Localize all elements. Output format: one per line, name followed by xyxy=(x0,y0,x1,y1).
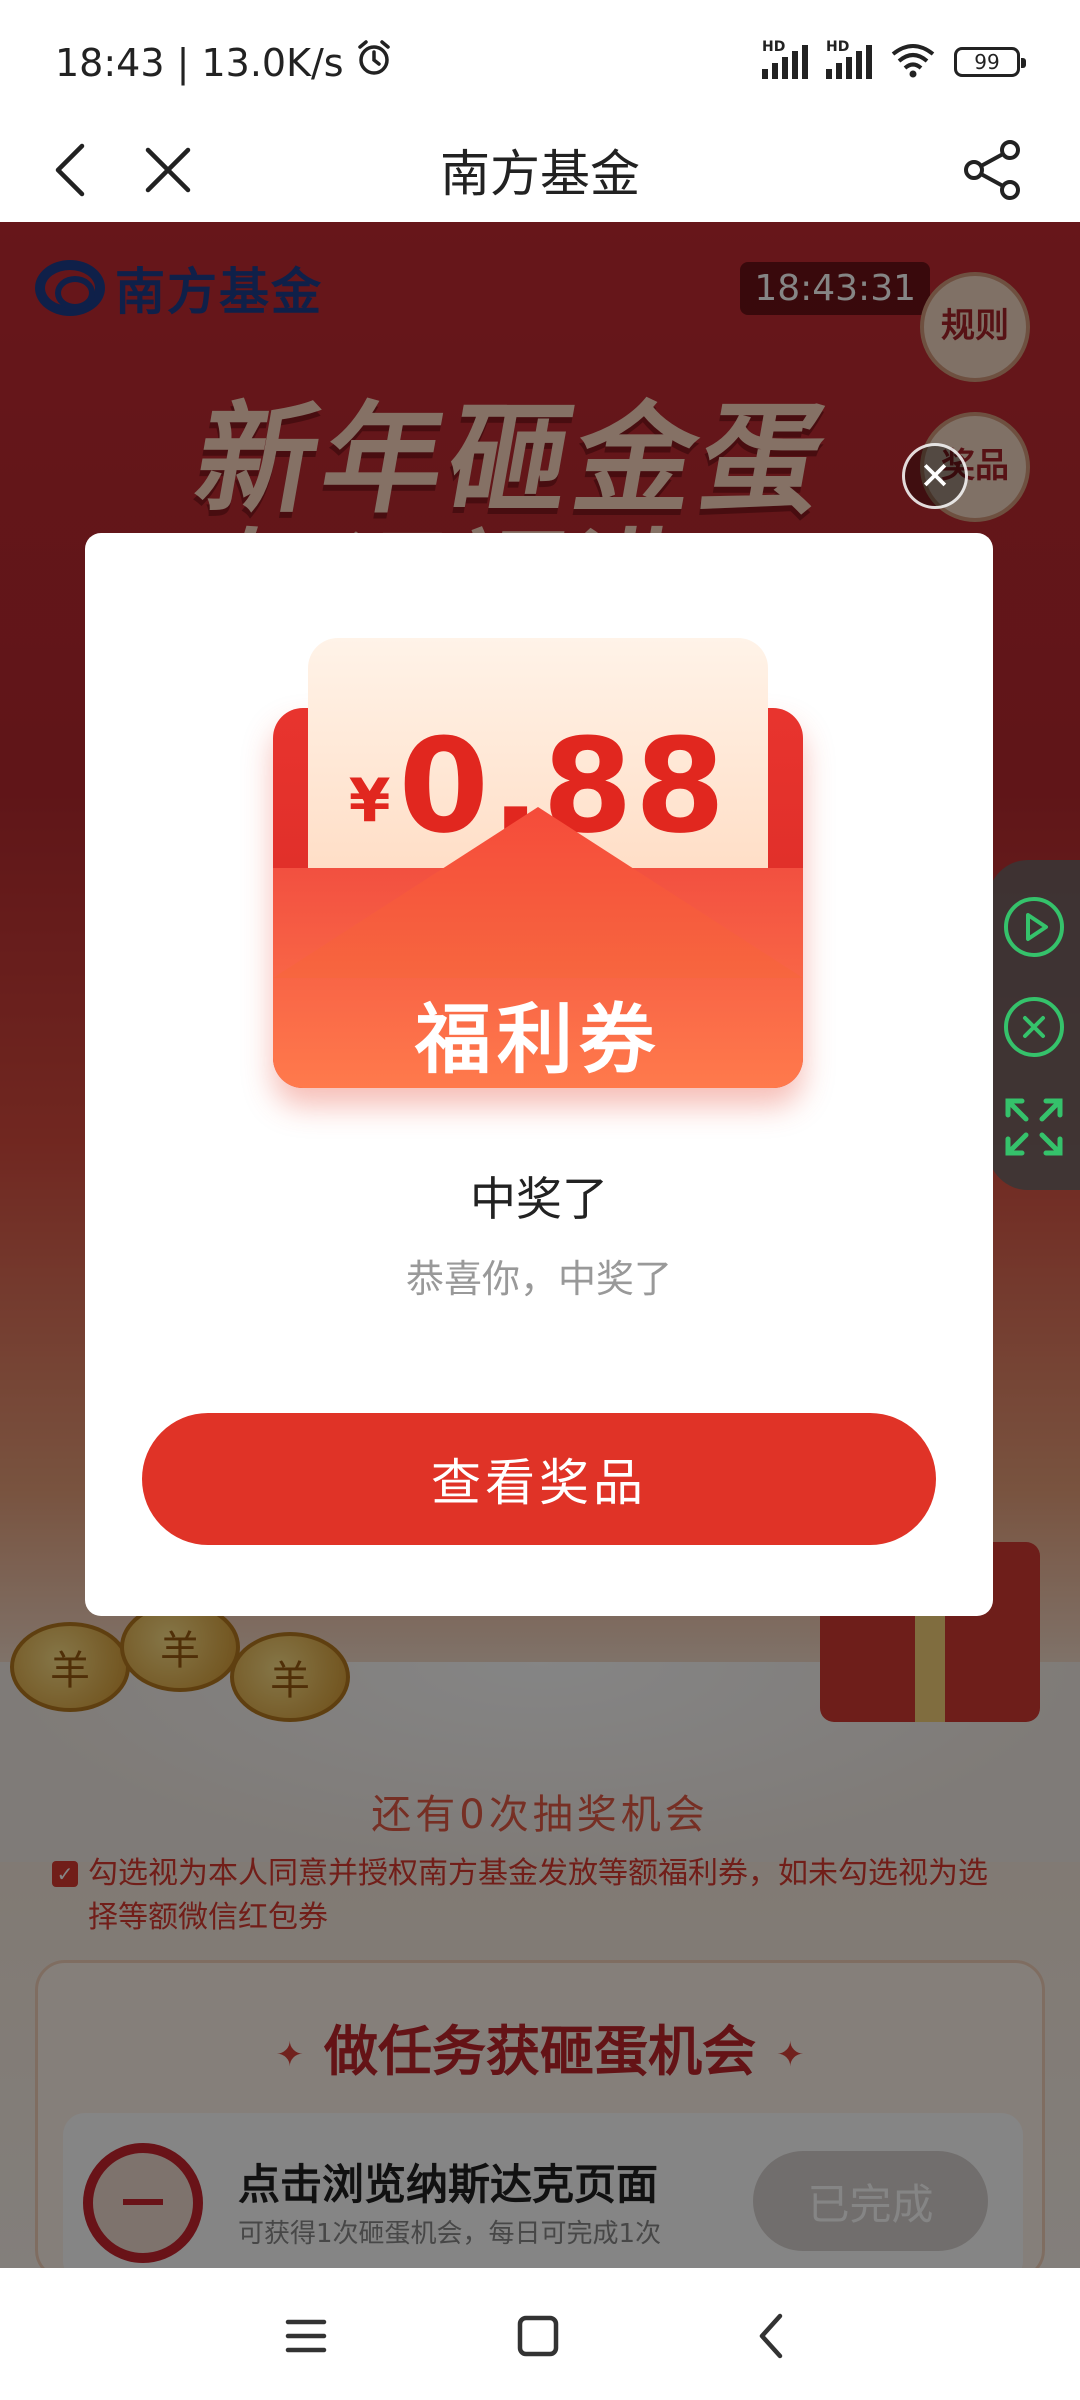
menu-button[interactable] xyxy=(274,2304,338,2368)
modal-subtitle: 恭喜你，中奖了 xyxy=(405,1257,672,1301)
status-time-speed: 18:43 | 13.0K/s xyxy=(55,40,344,85)
red-envelope-illustration: ¥0.88 福利券 xyxy=(273,638,803,1088)
floating-widget xyxy=(988,860,1080,1190)
system-back-button[interactable] xyxy=(740,2304,804,2368)
share-button[interactable] xyxy=(952,130,1032,210)
close-icon: ✕ xyxy=(919,454,951,498)
modal-title: 中奖了 xyxy=(470,1172,608,1226)
wifi-icon xyxy=(890,42,936,82)
signal-1-icon: HD xyxy=(762,39,808,79)
currency-symbol: ¥ xyxy=(348,766,391,836)
play-button[interactable] xyxy=(1002,895,1066,959)
view-prize-button[interactable]: 查看奖品 xyxy=(142,1413,936,1545)
expand-button[interactable] xyxy=(1002,1095,1066,1159)
home-button[interactable] xyxy=(506,2304,570,2368)
close-circle-button[interactable] xyxy=(1002,995,1066,1059)
battery-icon: 99 xyxy=(954,47,1026,77)
nav-bar: 南方基金 xyxy=(0,110,1080,222)
prize-modal: ¥0.88 福利券 中奖了 恭喜你，中奖了 查看奖品 xyxy=(85,533,993,1616)
system-nav-bar xyxy=(0,2268,1080,2400)
status-right: HD HD 99 xyxy=(762,39,1026,82)
coupon-label: 福利券 xyxy=(415,995,661,1084)
signal-2-icon: HD xyxy=(826,39,872,79)
status-left: 18:43 | 13.0K/s xyxy=(55,38,394,87)
page-title: 南方基金 xyxy=(440,145,640,203)
alarm-icon xyxy=(354,38,394,87)
modal-close-button[interactable]: ✕ xyxy=(902,443,968,509)
status-bar: 18:43 | 13.0K/s HD HD 99 xyxy=(0,0,1080,110)
